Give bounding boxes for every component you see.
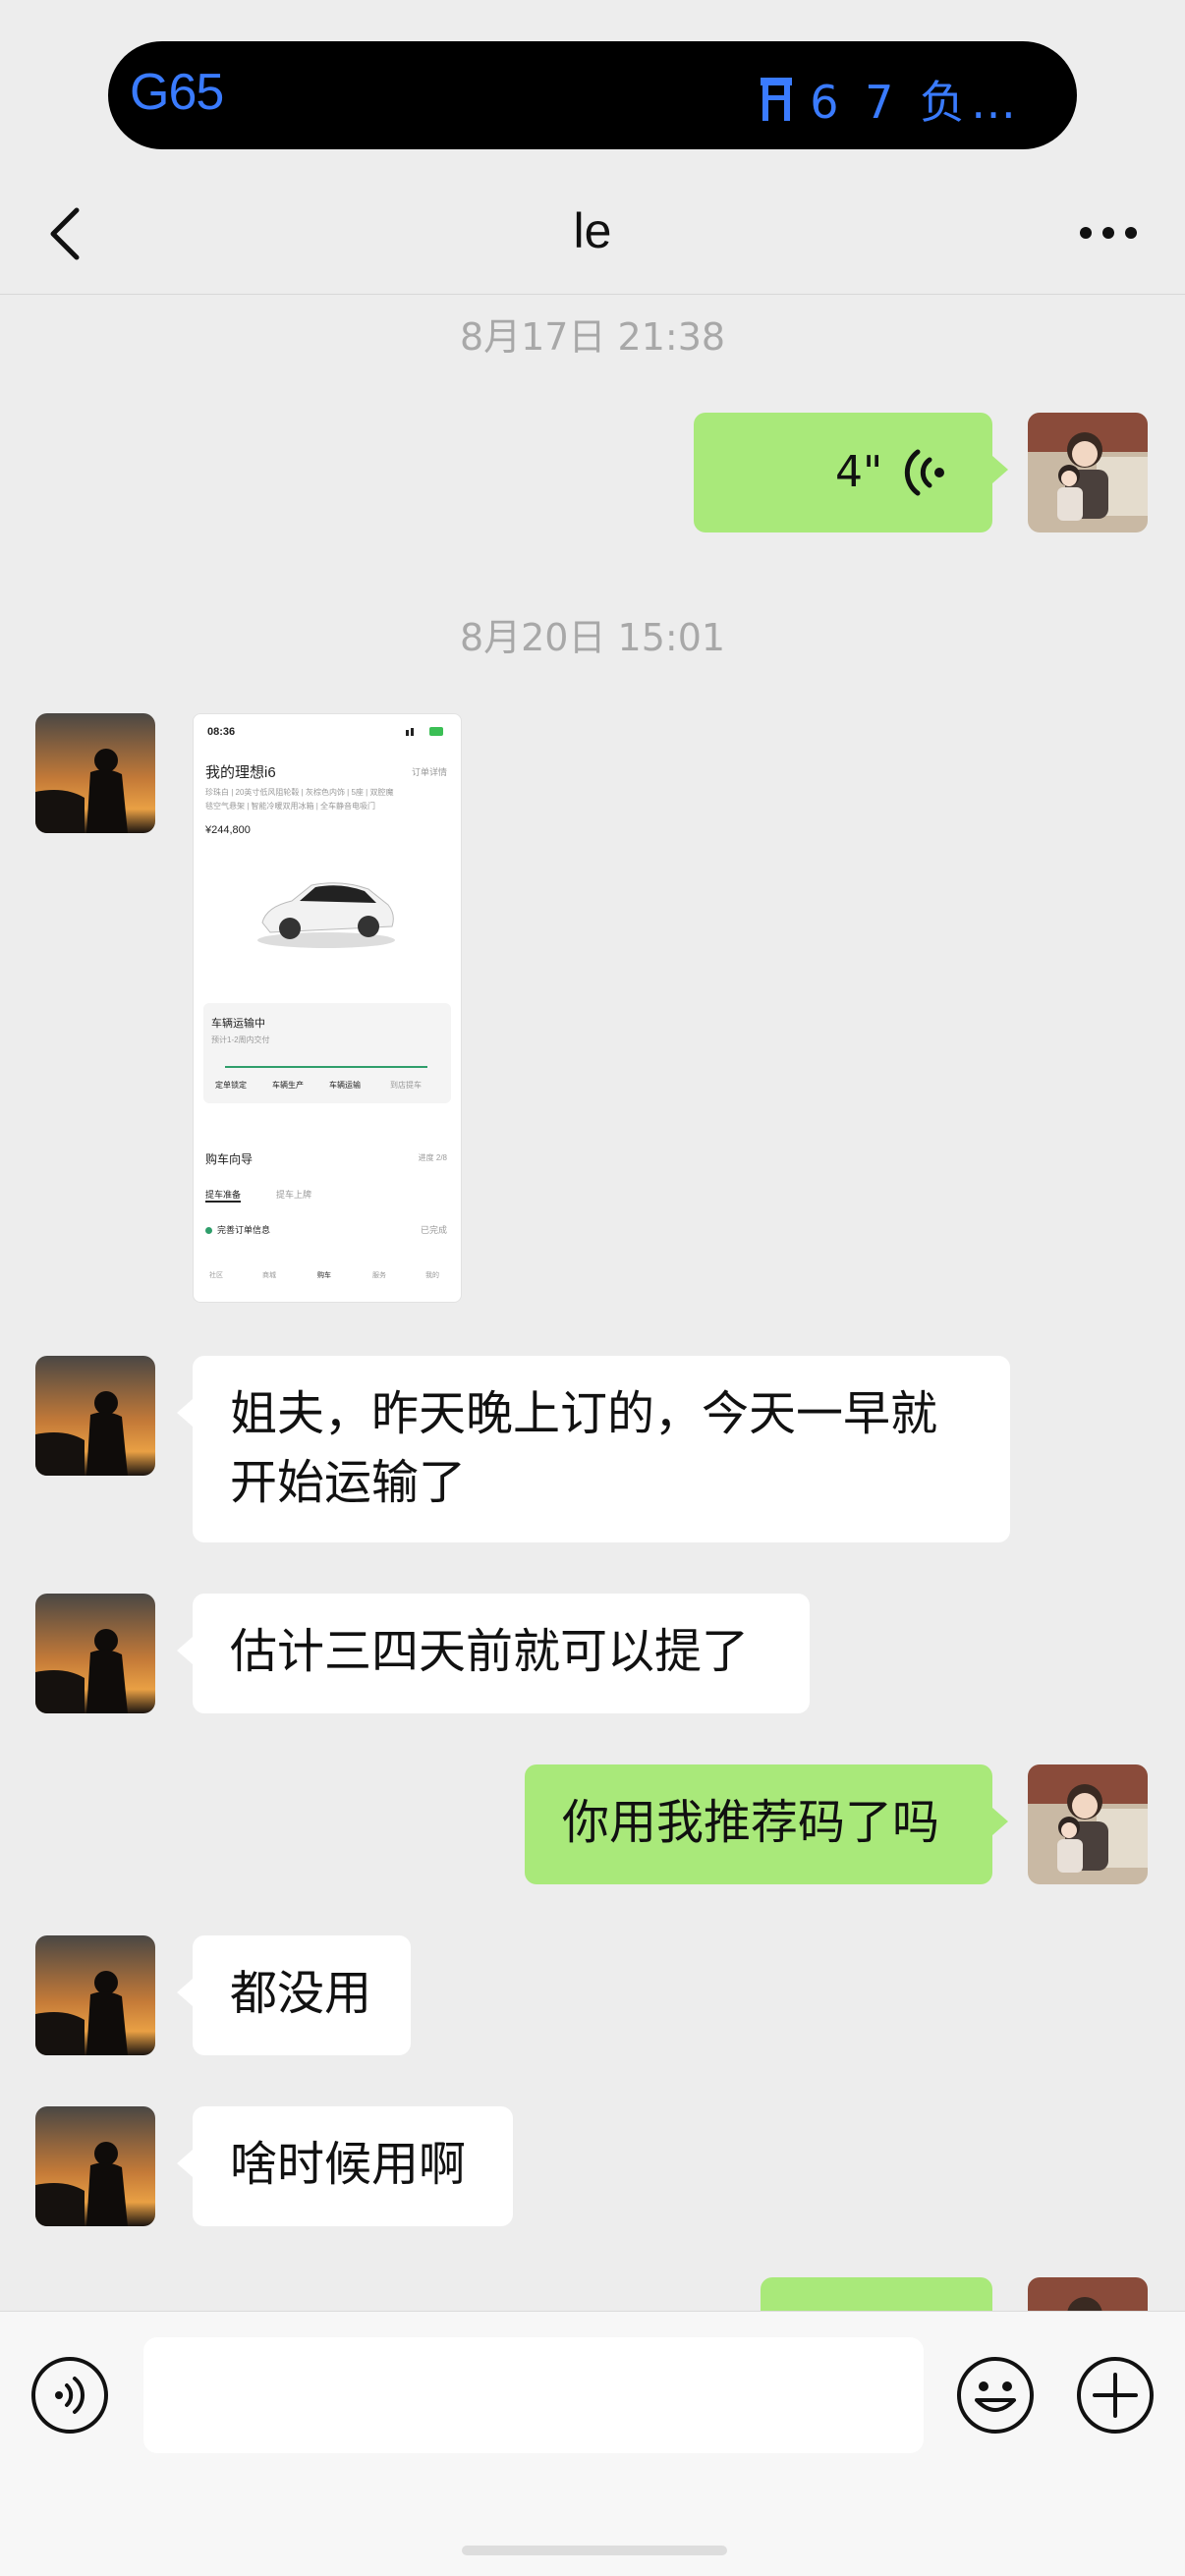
task-status: 已完成 — [420, 1225, 447, 1235]
transport-card[interactable]: 车辆运输中 预计1-2周内交付 定单锁定 车辆生产 车辆运输 到店提车 — [203, 1003, 451, 1103]
transport-eta: 预计1-2周内交付 — [211, 1036, 270, 1044]
transport-status: 车辆运输中 — [211, 1018, 265, 1030]
timestamp: 8月20日 15:01 — [459, 616, 726, 659]
step-4: 到店提车 — [390, 1081, 422, 1090]
nav-mall[interactable]: 商城 — [262, 1270, 276, 1280]
task-name: 完善订单信息 — [217, 1225, 271, 1235]
transit-icon — [761, 78, 793, 121]
shot-time: 08:36 — [207, 726, 236, 738]
chat-title: le — [573, 203, 612, 258]
text-message-bubble[interactable]: 姐夫，昨天晚上订的，今天一早就 开始运输了 — [177, 1356, 1010, 1542]
dynamic-island: G65 6 7 负… — [108, 41, 1077, 149]
message-input[interactable] — [143, 2337, 924, 2453]
avatar-me[interactable] — [1028, 1764, 1148, 1884]
nav-community[interactable]: 社区 — [209, 1270, 223, 1280]
shared-image-message[interactable]: 08:36 我的理想i6 订单详情 珍珠白 | 20英寸低风阻轮毂 | 灰棕色内… — [193, 713, 462, 1303]
step-2: 车辆生产 — [272, 1081, 304, 1090]
more-dots-icon[interactable] — [1079, 226, 1138, 240]
avatar-contact[interactable] — [35, 1935, 155, 2055]
avatar-contact[interactable] — [35, 2106, 155, 2226]
avatar-contact[interactable] — [35, 713, 155, 833]
task-dot — [205, 1227, 212, 1234]
status-info: 6 7 负… — [810, 76, 1022, 129]
text-message-bubble-out[interactable]: 你用我推荐码了吗 — [525, 1764, 1008, 1884]
emoji-icon[interactable] — [955, 2355, 1036, 2436]
nav-service[interactable]: 服务 — [372, 1270, 386, 1280]
shot-price: ¥244,800 — [205, 824, 251, 836]
voice-message-bubble[interactable]: 4" — [694, 413, 1008, 532]
text-message-bubble[interactable]: 都没用 — [177, 1935, 411, 2055]
timestamp: 8月17日 21:38 — [459, 315, 726, 359]
step-1: 定单锁定 — [215, 1081, 247, 1090]
text-message-bubble[interactable]: 估计三四天前就可以提了 — [177, 1594, 810, 1713]
guide-tab-1[interactable]: 提车准备 — [205, 1188, 242, 1203]
car-image — [257, 882, 395, 948]
avatar-contact[interactable] — [35, 1594, 155, 1713]
shot-spec-2: 毯空气悬架 | 智能冷暖双用冰箱 | 全车静音电吸门 — [205, 802, 376, 811]
input-bar — [0, 2311, 1185, 2576]
text-message-bubble[interactable]: 啥时候用啊 — [177, 2106, 513, 2226]
voice-input-icon[interactable] — [29, 2355, 110, 2436]
guide-tab-2[interactable]: 提车上牌 — [276, 1188, 311, 1201]
progress-line — [225, 1066, 427, 1068]
shot-title: 我的理想i6 — [205, 764, 276, 781]
plus-icon[interactable] — [1075, 2355, 1156, 2436]
route-label: G65 — [130, 64, 224, 121]
avatar-me[interactable] — [1028, 2277, 1148, 2313]
step-3: 车辆运输 — [329, 1081, 361, 1090]
voice-duration: 4" — [835, 447, 883, 497]
nav-me[interactable]: 我的 — [425, 1270, 439, 1280]
chat-header: le — [0, 167, 1185, 295]
guide-progress: 进度 2/8 — [418, 1153, 447, 1162]
voice-wave-icon — [904, 449, 944, 496]
avatar-me[interactable] — [1028, 413, 1148, 532]
nav-buy[interactable]: 购车 — [317, 1270, 331, 1280]
battery-icon — [406, 727, 443, 736]
shot-order-detail: 订单详情 — [411, 767, 447, 777]
shot-spec-1: 珍珠白 | 20英寸低风阻轮毂 | 灰棕色内饰 | 5座 | 双腔魔 — [205, 788, 394, 797]
home-indicator — [462, 2546, 727, 2555]
avatar-contact[interactable] — [35, 1356, 155, 1476]
guide-title: 购车向导 — [205, 1152, 254, 1166]
